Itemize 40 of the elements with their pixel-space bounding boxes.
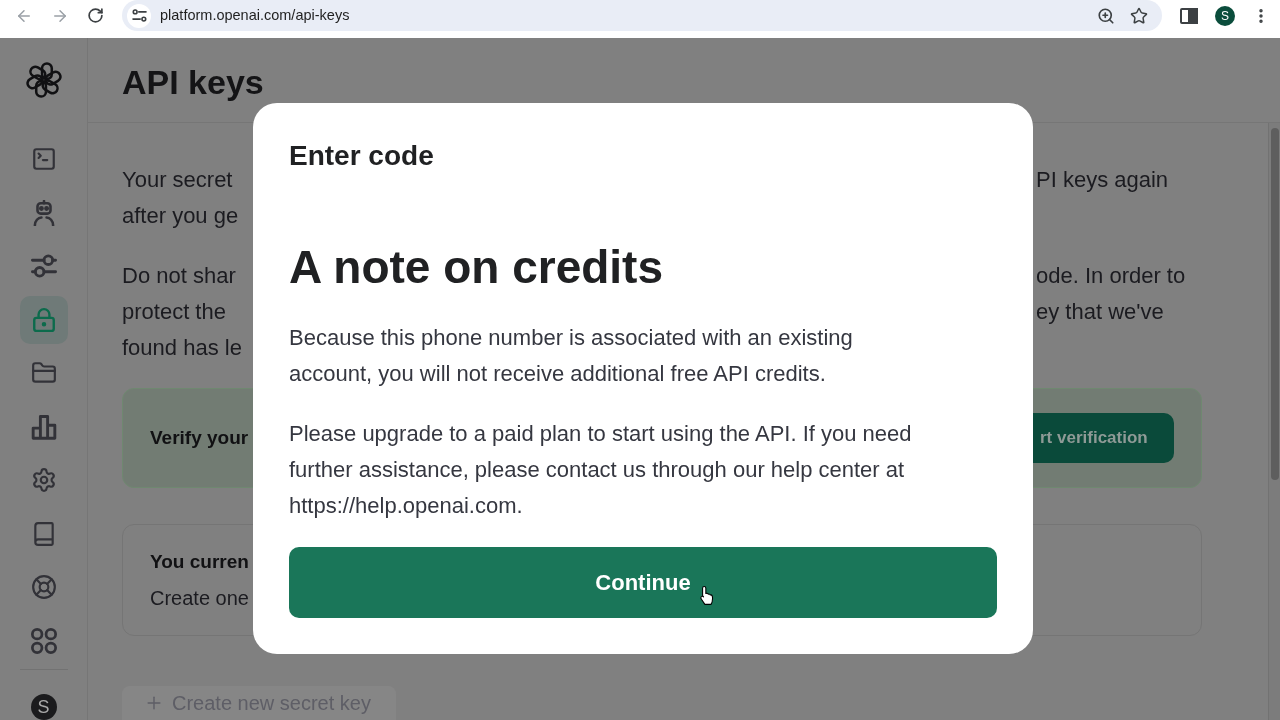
dialog-text: Please upgrade to a paid plan to start using the API. If you need further assistance, please contact us through our help center at https://help.openai.com.	[289, 420, 913, 520]
url-text: platform.openai.com/api-keys	[160, 5, 350, 25]
dialog-text: Because this phone number is associated with an existing account, you will not receive additional free API credits.	[289, 324, 854, 388]
paragraph-text: protect the	[122, 297, 226, 326]
logo-icon[interactable]	[25, 62, 62, 98]
site-info-button[interactable]	[127, 3, 151, 28]
folder-icon	[30, 360, 57, 386]
reload-button[interactable]	[87, 7, 104, 24]
profile-avatar[interactable]: S	[1215, 5, 1235, 26]
hand-cursor-icon	[700, 586, 716, 606]
card-text: Create one	[150, 586, 249, 610]
dialog-heading: A note on credits	[289, 240, 663, 295]
apps-grid-icon	[30, 627, 57, 654]
zoom-icon[interactable]	[1097, 6, 1115, 25]
paragraph-text: PI keys again	[1036, 165, 1169, 194]
bar-chart-icon	[30, 413, 57, 440]
address-bar[interactable]: platform.openai.com/api-keys	[122, 0, 1162, 31]
page-title: API keys	[122, 65, 264, 99]
star-icon[interactable]	[1130, 6, 1148, 25]
side-panel-icon[interactable]	[1180, 6, 1198, 25]
paragraph-text: ey that we've	[1036, 297, 1164, 326]
lifebuoy-icon	[30, 574, 57, 600]
lock-icon	[30, 306, 57, 333]
dialog-title: Enter code	[289, 139, 434, 173]
paragraph-text: Your secret	[122, 165, 233, 194]
tune-icon	[131, 9, 147, 22]
verification-button[interactable]: rt verification	[1033, 413, 1174, 463]
settings-icon	[30, 467, 57, 493]
sliders-icon	[30, 253, 57, 279]
user-avatar[interactable]: S	[30, 693, 57, 720]
card-title: You curren	[150, 550, 249, 574]
paragraph-text: after you ge	[122, 201, 239, 230]
paragraph-text: found has le	[122, 333, 242, 362]
terminal-icon	[30, 146, 57, 172]
paragraph-text: Do not shar	[122, 261, 236, 290]
reload-icon	[87, 7, 104, 24]
banner-text: Verify your	[150, 425, 249, 450]
paragraph-text: ode. In order to	[1036, 261, 1186, 290]
continue-button[interactable]: Continue	[289, 547, 997, 618]
scrollbar-thumb[interactable]	[1270, 128, 1279, 480]
